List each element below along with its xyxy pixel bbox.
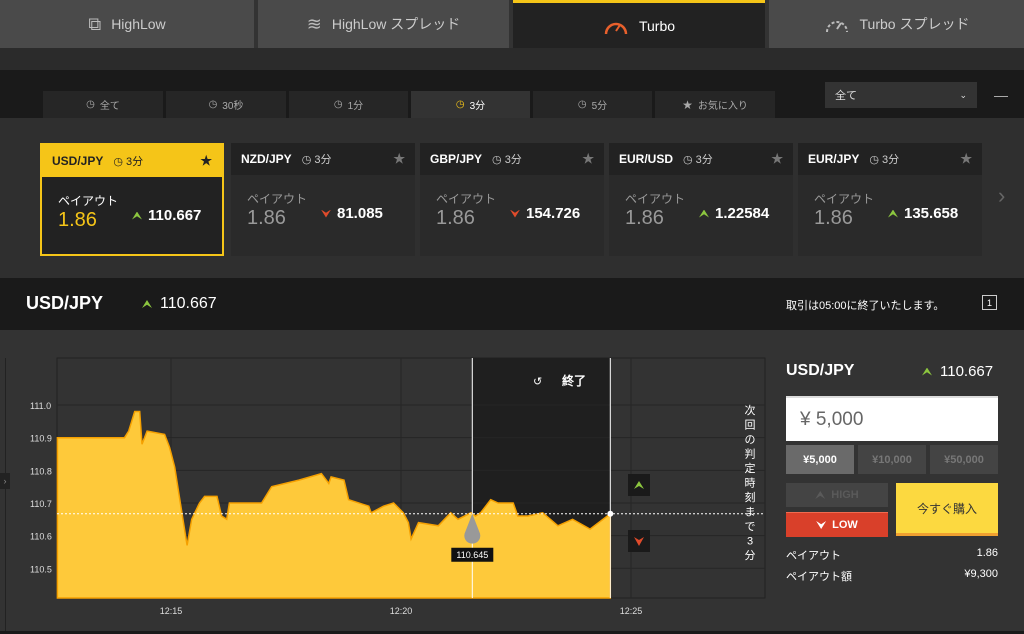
countdown-char: で [745, 521, 756, 533]
low-button[interactable]: LOW [786, 512, 888, 537]
payout-value: 1.86 [976, 547, 998, 559]
investment-amount-input[interactable]: ¥ 5,000 [786, 396, 998, 441]
chevron-down-icon: ⌄ [959, 89, 967, 100]
up-arrow-icon [815, 491, 826, 499]
tab-turbo-spread[interactable]: Turbo スプレッド [769, 0, 1024, 48]
up-arrow-icon [922, 367, 932, 376]
asset-card[interactable]: EUR/JPY ◷ 3分 ★ ペイアウト 1.86 135.658 [798, 143, 982, 256]
payout-label: ペイアウト [786, 550, 841, 562]
countdown-char: ま [745, 506, 756, 519]
countdown-char: 刻 [745, 490, 756, 504]
countdown-char: 分 [745, 549, 756, 562]
y-tick-label: 110.7 [30, 499, 52, 509]
x-tick-label: 12:20 [390, 606, 413, 616]
trade-pair: USD/JPY [786, 362, 855, 379]
countdown-char: 3 [747, 536, 753, 548]
card-payout-value: 1.86 [814, 207, 853, 229]
preset-10000-button[interactable]: ¥10,000 [858, 445, 926, 474]
high-button[interactable]: HIGH [786, 483, 888, 507]
payout-amount-value: ¥9,300 [964, 568, 998, 580]
y-tick-label: 110.8 [30, 466, 52, 476]
buy-now-button[interactable]: 今すぐ購入 [896, 483, 998, 536]
favorite-star-icon[interactable]: ★ [960, 151, 972, 167]
card-rate: 135.658 [888, 205, 958, 222]
card-header: EUR/JPY ◷ 3分 ★ [798, 143, 982, 175]
price-chart[interactable]: 111.0 110.9 110.8 110.7 110.6 110.5 12:15 12:20… [0, 0, 780, 634]
x-tick-label: 12:25 [620, 606, 643, 616]
entry-label: 110.645 [456, 550, 488, 560]
chevron-right-icon[interactable]: › [998, 183, 1005, 209]
current-point [607, 510, 614, 517]
payout-amount-label: ペイアウト額 [786, 571, 852, 583]
expiry-label: 終了 [562, 373, 586, 388]
down-arrow-icon [816, 521, 827, 529]
minimize-icon[interactable] [994, 96, 1008, 97]
trade-rate: 110.667 [922, 363, 993, 380]
preset-50000-button[interactable]: ¥50,000 [930, 445, 998, 474]
countdown-char: の [745, 434, 756, 446]
speedometer-dashed-icon [825, 21, 848, 33]
countdown-char: 定 [745, 461, 756, 475]
card-time: ◷ 3分 [869, 154, 900, 166]
window-count-icon[interactable]: 1 [982, 295, 997, 310]
card-pair: EUR/JPY [808, 152, 860, 166]
category-dropdown[interactable]: 全て ⌄ [825, 82, 977, 108]
card-payout-label: ペイアウト [814, 192, 875, 206]
y-tick-label: 110.9 [30, 434, 52, 444]
countdown-char: 時 [745, 477, 756, 490]
x-tick-label: 12:15 [160, 606, 183, 616]
y-tick-label: 110.5 [30, 564, 52, 574]
up-arrow-icon [888, 209, 898, 218]
history-icon: ↺ [533, 376, 542, 388]
countdown-char: 判 [745, 448, 756, 461]
countdown-char: 次 [745, 403, 756, 417]
y-tick-label: 110.6 [30, 532, 52, 542]
y-tick-label: 111.0 [30, 401, 51, 411]
preset-5000-button[interactable]: ¥5,000 [786, 445, 854, 474]
trading-end-notice: 取引は05:00に終了いたします。 [786, 300, 945, 312]
clock-icon: ◷ [869, 154, 883, 166]
countdown-char: 回 [745, 419, 756, 432]
